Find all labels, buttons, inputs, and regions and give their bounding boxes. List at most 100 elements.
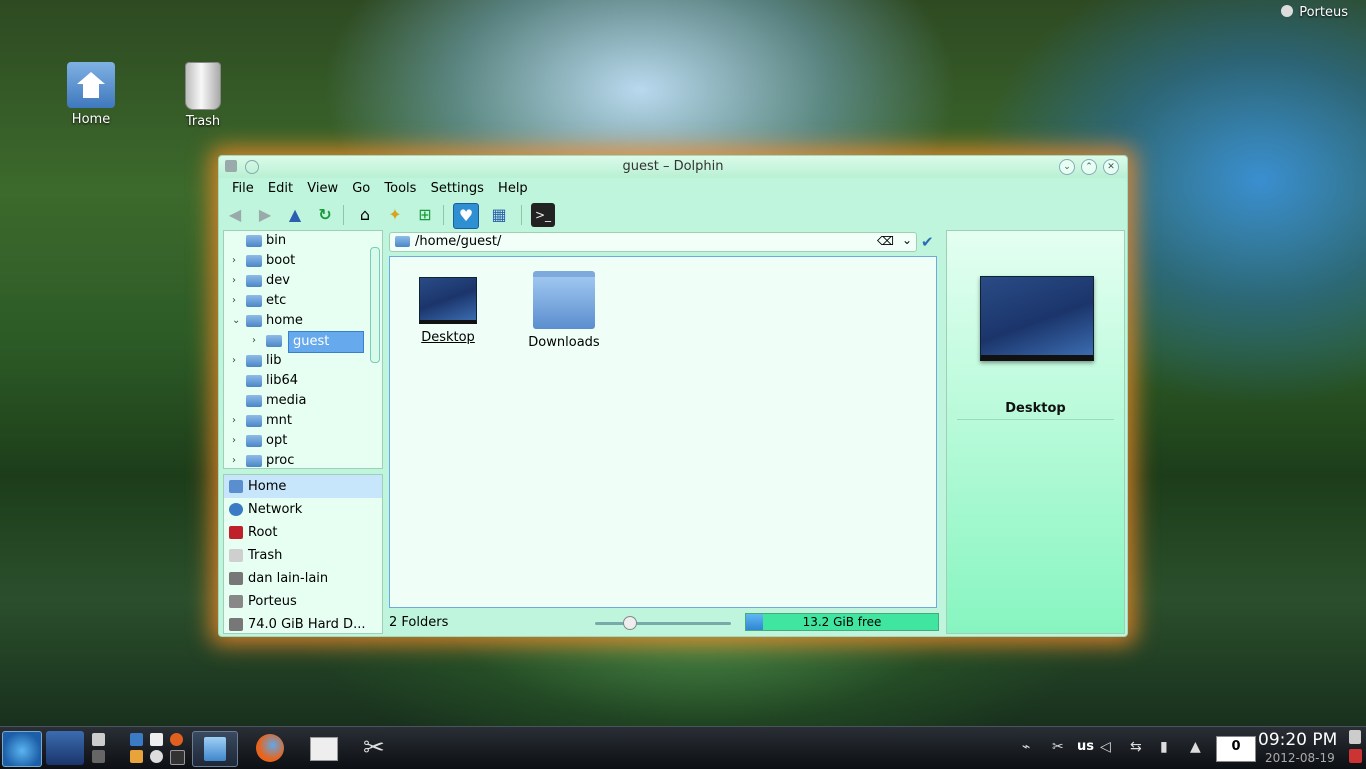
maximize-button[interactable]: ⌃ (1081, 159, 1097, 175)
drive-icon (229, 618, 243, 631)
firefox-icon (256, 734, 284, 762)
tree-item-boot[interactable]: › boot (224, 251, 382, 271)
dolphin-icon (204, 737, 226, 761)
drive-icon (229, 595, 243, 608)
file-item-downloads[interactable]: Downloads (514, 271, 614, 350)
zoom-slider[interactable] (595, 622, 731, 625)
tree-item-dev[interactable]: › dev (224, 271, 382, 291)
menu-file[interactable]: File (227, 178, 259, 199)
minimize-button[interactable]: ⌄ (1059, 159, 1075, 175)
browser-launcher-icon[interactable] (130, 733, 143, 746)
tree-item-home[interactable]: ⌄ home (224, 311, 382, 331)
tools-icon: ✂ (363, 733, 385, 763)
chevron-down-icon[interactable]: ⌄ (902, 233, 912, 247)
folder-icon (266, 335, 282, 347)
tree-scrollbar[interactable] (370, 231, 380, 468)
toolbar-separator (521, 205, 522, 225)
new-folder-icon[interactable]: ✦ (383, 203, 407, 227)
place-network[interactable]: Network (224, 498, 382, 521)
lock-screen-icon[interactable] (1349, 730, 1361, 744)
location-path[interactable]: /home/guest/ (415, 234, 501, 249)
up-arrow-icon[interactable]: ▲ (283, 203, 307, 227)
task-window-list[interactable] (302, 731, 346, 765)
place-root[interactable]: Root (224, 521, 382, 544)
window-launcher-icon[interactable] (92, 750, 105, 763)
new-tab-icon[interactable]: ⊞ (413, 203, 437, 227)
window-titlebar[interactable]: guest – Dolphin ⌄ ⌃ ✕ (219, 156, 1127, 178)
home-icon[interactable]: ⌂ (353, 203, 377, 227)
zoom-slider-handle[interactable] (623, 616, 637, 630)
folder-icon (395, 236, 410, 247)
desktop-trash-icon[interactable]: Trash (163, 62, 243, 129)
forward-arrow-icon[interactable]: ▶ (253, 203, 277, 227)
terminal-icon[interactable]: >_ (531, 203, 555, 227)
network-icon[interactable]: ⌁ (1022, 739, 1030, 755)
folder-icon (246, 395, 262, 407)
tree-item-guest[interactable]: › guest (224, 331, 382, 353)
terminal-launcher-icon[interactable] (170, 750, 185, 765)
task-dolphin[interactable] (192, 731, 238, 767)
menu-help[interactable]: Help (493, 178, 533, 199)
keyboard-layout-indicator[interactable]: us (1077, 739, 1094, 754)
menu-view[interactable]: View (302, 178, 343, 199)
folder-icon (246, 315, 262, 327)
file-item-desktop[interactable]: Desktop (398, 277, 498, 345)
back-arrow-icon[interactable]: ◀ (223, 203, 247, 227)
tools-launcher-icon[interactable] (130, 750, 143, 763)
close-button[interactable]: ✕ (1103, 159, 1119, 175)
place-trash[interactable]: Trash (224, 544, 382, 567)
folder-tree-panel: bin › boot › dev › etc ⌄ home › guest › (223, 230, 383, 469)
place-dan-lain-lain[interactable]: dan lain-lain (224, 567, 382, 590)
menu-tools[interactable]: Tools (379, 178, 421, 199)
volume-icon[interactable]: ◁ (1100, 739, 1111, 755)
folder-icon (246, 415, 262, 427)
file-item-label: Desktop (421, 330, 475, 345)
notification-badge[interactable]: 0 (1216, 736, 1256, 762)
tree-item-etc[interactable]: › etc (224, 291, 382, 311)
menu-settings[interactable]: Settings (426, 178, 489, 199)
location-bar[interactable]: /home/guest/ ⌫ ⌄ (389, 232, 917, 252)
klipper-scissors-icon[interactable]: ✂ (1052, 739, 1064, 755)
tree-item-lib64[interactable]: lib64 (224, 371, 382, 391)
menu-edit[interactable]: Edit (263, 178, 298, 199)
task-firefox[interactable] (248, 731, 292, 765)
tree-item-mnt[interactable]: › mnt (224, 411, 382, 431)
application-launcher-button[interactable] (2, 731, 42, 767)
checkmark-icon[interactable]: ✔ (921, 233, 934, 251)
place-hard-drive[interactable]: 74.0 GiB Hard D... (224, 613, 382, 633)
clear-icon[interactable]: ⌫ (877, 234, 894, 248)
view-mode-icon[interactable]: ▦ (487, 203, 511, 227)
file-manager-launcher-icon[interactable] (92, 733, 105, 746)
free-space-text: 13.2 GiB free (802, 615, 882, 629)
show-desktop-button[interactable] (46, 731, 84, 765)
tree-item-opt[interactable]: › opt (224, 431, 382, 451)
desktop-home-icon[interactable]: Home (51, 62, 131, 127)
toolbar: ◀ ▶ ▲ ↻ ⌂ ✦ ⊞ ♥ ▦ >_ (219, 200, 1127, 230)
clock-time[interactable]: 09:20 PM (1258, 730, 1337, 750)
tree-item-lib[interactable]: › lib (224, 351, 382, 371)
disc-launcher-icon[interactable] (150, 750, 163, 763)
scrollbar-thumb[interactable] (370, 247, 380, 363)
firefox-launcher-icon[interactable] (170, 733, 183, 746)
document-launcher-icon[interactable] (150, 733, 163, 746)
tree-item-bin[interactable]: bin (224, 231, 382, 251)
home-icon (229, 480, 243, 493)
logout-icon[interactable] (1349, 749, 1362, 763)
trash-can-icon (185, 62, 221, 110)
folder-icon (246, 255, 262, 267)
device-notifier-icon[interactable]: ▮ (1160, 739, 1168, 755)
tree-item-proc[interactable]: › proc (224, 451, 382, 468)
task-system-settings[interactable]: ✂ (355, 731, 399, 765)
place-home[interactable]: Home (224, 475, 382, 498)
menubar: File Edit View Go Tools Settings Help (219, 178, 1127, 200)
tree-item-media[interactable]: media (224, 391, 382, 411)
expand-tray-icon[interactable]: ▲ (1190, 739, 1201, 755)
usb-icon[interactable]: ⇆ (1130, 739, 1142, 755)
place-porteus[interactable]: Porteus (224, 590, 382, 613)
menu-go[interactable]: Go (347, 178, 375, 199)
reload-icon[interactable]: ↻ (313, 203, 337, 227)
file-view[interactable]: Desktop Downloads (389, 256, 937, 608)
preview-toggle-icon[interactable]: ♥ (453, 203, 479, 229)
trash-icon (229, 549, 243, 562)
divider (957, 419, 1114, 420)
